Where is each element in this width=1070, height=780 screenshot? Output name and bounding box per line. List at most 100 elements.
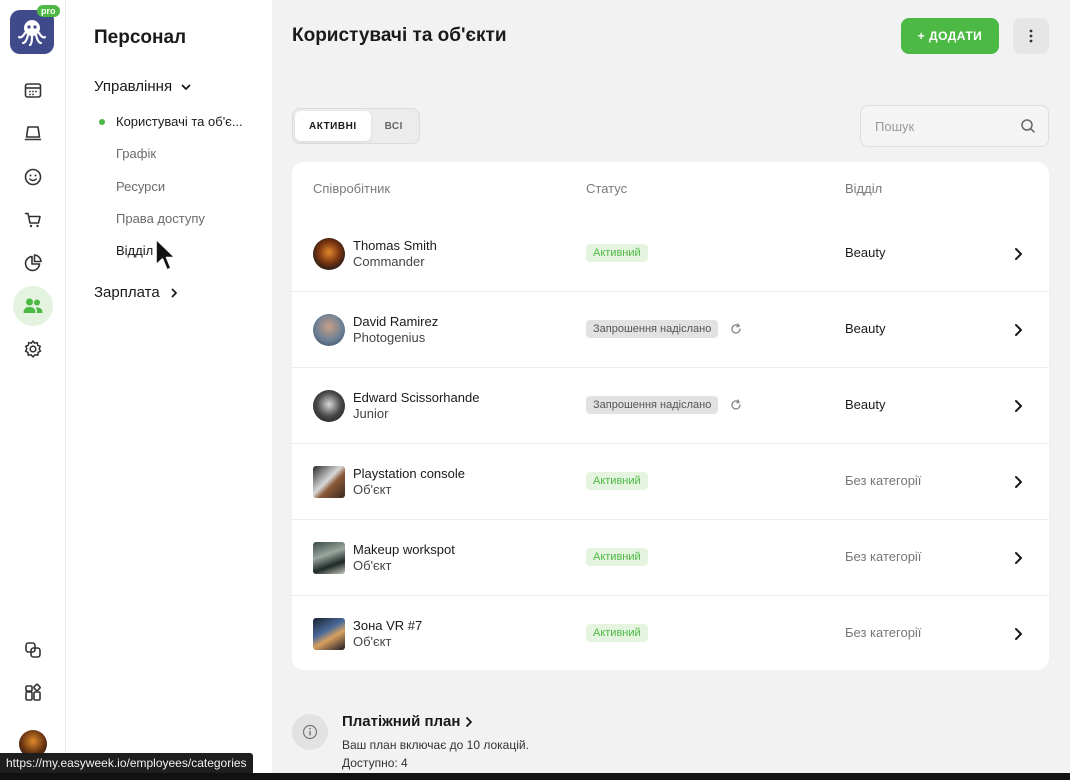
chevron-right-icon [1014, 552, 1022, 564]
avatar [313, 618, 345, 650]
department-value: Без категорії [845, 625, 922, 640]
employee-name: David Ramirez [353, 314, 439, 329]
main-content: Користувачі та об'єкти + ДОДАТИ АКТИВНІ … [272, 0, 1070, 780]
icon-rail: pro [0, 0, 66, 780]
workspace-nav[interactable] [13, 113, 53, 153]
open-row-button[interactable] [1011, 549, 1025, 567]
employee-role: Об'єкт [353, 558, 392, 573]
nav-item-departments[interactable]: Відділ [116, 243, 153, 258]
desk-icon [24, 126, 42, 141]
clients-nav[interactable] [13, 157, 53, 197]
users-table: Співробітник Статус Відділ Thomas Smith C… [292, 162, 1049, 670]
more-options-button[interactable] [1013, 18, 1049, 54]
tab-all[interactable]: ВСІ [371, 111, 417, 141]
analytics-nav[interactable] [13, 243, 53, 283]
page-title: Користувачі та об'єкти [292, 25, 507, 46]
table-row[interactable]: Playstation console Об'єкт Активний Без кат… [292, 444, 1049, 520]
kebab-menu-icon [1029, 29, 1033, 43]
employee-name: Playstation console [353, 466, 466, 481]
calendar-nav[interactable] [13, 70, 53, 110]
mouse-cursor-icon [155, 238, 176, 271]
octopus-logo-icon [17, 20, 47, 47]
nav-group-label: Зарплата [94, 284, 160, 301]
search-icon [1021, 119, 1035, 133]
table-row[interactable]: Makeup workspot Об'єкт Активний Без категор… [292, 520, 1049, 596]
column-header-department[interactable]: Відділ [845, 181, 882, 196]
status-badge: Активний [586, 548, 648, 566]
employee-role: Commander [353, 254, 425, 269]
widgets-nav[interactable] [13, 673, 53, 713]
avatar [313, 542, 345, 574]
widgets-icon [25, 683, 41, 701]
calendar-icon [24, 83, 42, 98]
status-badge: Активний [586, 244, 648, 262]
chevron-right-icon [1014, 248, 1022, 260]
info-icon [292, 714, 328, 750]
nav-item-users[interactable]: Користувачі та об'є... [116, 114, 243, 129]
employee-role: Photogenius [353, 330, 426, 345]
nav-item-access[interactable]: Права доступу [116, 211, 205, 226]
avatar [313, 466, 345, 498]
open-row-button[interactable] [1011, 397, 1025, 415]
employee-name: Makeup workspot [353, 542, 455, 557]
employee-name: Edward Scissorhande [353, 390, 480, 405]
resend-invite-button[interactable] [728, 320, 744, 338]
status-badge: Активний [586, 624, 648, 642]
employee-role: Об'єкт [353, 482, 392, 497]
resend-invite-button[interactable] [728, 396, 744, 414]
status-badge: Запрошення надіслано [586, 320, 719, 338]
employee-role: Junior [353, 406, 389, 421]
section-nav: Персонал Управління Користувачі та об'є.… [66, 0, 272, 780]
department-value: Beauty [845, 245, 886, 260]
status-badge: Запрошення надіслано [586, 396, 719, 414]
staff-nav[interactable] [13, 286, 53, 326]
column-header-status[interactable]: Статус [586, 181, 627, 196]
table-row[interactable]: Зона VR #7 Об'єкт Активний Без категорії [292, 596, 1049, 672]
nav-item-resources[interactable]: Ресурси [116, 179, 165, 194]
avatar [313, 314, 345, 346]
chevron-right-icon [1014, 628, 1022, 640]
table-row[interactable]: Edward Scissorhande Junior Запрошення наді… [292, 368, 1049, 444]
chevron-down-icon [181, 84, 191, 90]
nav-group-salary[interactable]: Зарплата [94, 284, 180, 301]
search-input[interactable]: Пошук [860, 105, 1049, 147]
chevron-right-icon [466, 716, 473, 727]
status-badge: Активний [586, 472, 648, 490]
department-value: Без категорії [845, 549, 922, 564]
column-header-employee[interactable]: Співробітник [313, 181, 390, 196]
settings-nav[interactable] [13, 329, 53, 369]
nav-item-schedule[interactable]: Графік [116, 146, 156, 161]
layers-icon [25, 642, 41, 658]
open-row-button[interactable] [1011, 321, 1025, 339]
avatar [313, 238, 345, 270]
open-row-button[interactable] [1011, 625, 1025, 643]
pro-badge: pro [37, 5, 60, 17]
employee-name: Зона VR #7 [353, 618, 423, 633]
refresh-icon [731, 399, 741, 410]
employee-role: Об'єкт [353, 634, 392, 649]
tab-active[interactable]: АКТИВНІ [295, 111, 371, 141]
refresh-icon [731, 323, 741, 334]
table-row[interactable]: Thomas Smith Commander Активний Beauty [292, 216, 1049, 292]
billing-plan-title: Платіжний план [342, 713, 461, 730]
shop-nav[interactable] [13, 200, 53, 240]
billing-plan-link[interactable]: Платіжний план [342, 713, 474, 730]
avatar [313, 390, 345, 422]
department-value: Beauty [845, 397, 886, 412]
open-row-button[interactable] [1011, 245, 1025, 263]
add-button[interactable]: + ДОДАТИ [901, 18, 999, 54]
filter-toggle: АКТИВНІ ВСІ [292, 108, 420, 144]
gear-icon [24, 340, 42, 358]
active-indicator [99, 119, 105, 125]
table-row[interactable]: David Ramirez Photogenius Запрошення надіс… [292, 292, 1049, 368]
integrations-nav[interactable] [13, 630, 53, 670]
nav-group-label: Управління [94, 78, 173, 95]
open-row-button[interactable] [1011, 473, 1025, 491]
section-title: Персонал [94, 27, 187, 48]
chevron-right-icon [1014, 400, 1022, 412]
pie-chart-icon [24, 254, 42, 272]
chevron-right-icon [1014, 476, 1022, 488]
chevron-right-icon [171, 288, 177, 297]
nav-group-management[interactable]: Управління [94, 78, 192, 95]
department-value: Без категорії [845, 473, 922, 488]
